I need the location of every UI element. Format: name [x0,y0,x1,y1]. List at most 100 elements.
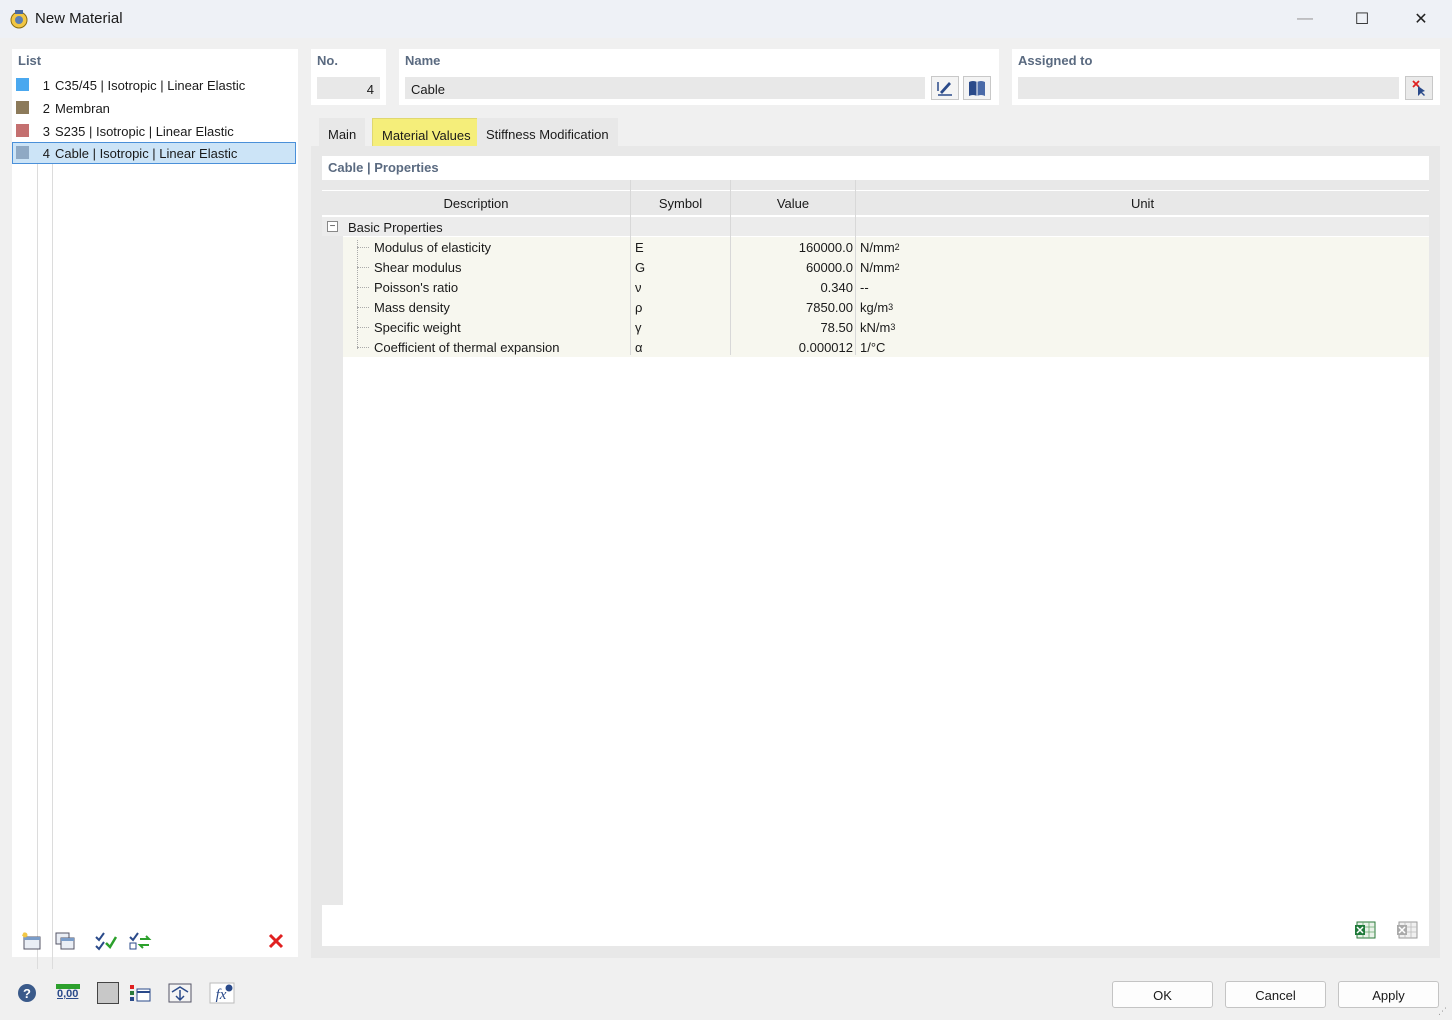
window-title: New Material [35,10,123,27]
import-excel-button[interactable] [1394,917,1422,943]
excel-export-icon [1355,921,1376,939]
property-row[interactable]: Shear modulus G 60000.0 N/mm2 [343,257,1429,277]
material-color-swatch [16,78,29,91]
property-value[interactable]: 78.50 [731,320,853,335]
material-color-swatch [16,124,29,137]
list-label: List [18,53,42,68]
edit-name-button[interactable] [931,76,959,100]
property-value[interactable]: 160000.0 [731,240,853,255]
property-row[interactable]: Modulus of elasticity E 160000.0 N/mm2 [343,237,1429,257]
property-unit: 1/°C [860,340,886,355]
apply-button[interactable]: Apply [1338,981,1439,1008]
assigned-to-field[interactable] [1018,77,1399,99]
list-item-2[interactable]: 2 Membran [12,97,296,119]
cancel-button[interactable]: Cancel [1225,981,1326,1008]
property-description: Shear modulus [374,260,462,275]
property-value[interactable]: 7850.00 [731,300,853,315]
tab-main[interactable]: Main [319,118,366,147]
list-item-3[interactable]: 3 S235 | Isotropic | Linear Elastic [12,120,296,142]
property-value[interactable]: 0.000012 [731,340,853,355]
tree-connector [357,327,369,328]
column-header-value[interactable]: Value [731,191,855,215]
column-header-description[interactable]: Description [322,191,630,215]
property-description: Poisson's ratio [374,280,459,295]
property-unit: kg/m3 [860,300,894,315]
property-value[interactable]: 60000.0 [731,260,853,275]
material-list-panel: List 1 C35/45 | Isotropic | Linear Elast… [12,49,298,969]
property-unit: N/mm2 [860,240,900,255]
select-objects-button[interactable] [1405,76,1433,100]
ok-button[interactable]: OK [1112,981,1213,1008]
svg-text:?: ? [23,986,31,1001]
column-header-unit[interactable]: Unit [856,191,1429,215]
copy-material-button[interactable] [52,929,78,953]
property-unit: -- [860,280,869,295]
new-material-button[interactable] [18,929,44,953]
group-basic-properties[interactable]: − Basic Properties [322,217,1429,236]
number-panel: No. 4 [311,49,386,105]
maximize-button[interactable]: ☐ [1333,0,1391,38]
formula-button[interactable]: fx [207,980,237,1006]
assigned-to-label: Assigned to [1018,53,1093,68]
property-row[interactable]: Specific weight γ 78.50 kN/m3 [343,317,1429,337]
edit-pencil-icon [937,82,952,96]
property-description: Specific weight [374,320,461,335]
view-settings-button[interactable] [165,980,195,1006]
name-field[interactable]: Cable [405,77,925,99]
tree-connector [357,347,369,348]
help-icon: ? [18,984,36,1002]
check-all-button[interactable] [93,929,119,953]
column-header-symbol[interactable]: Symbol [631,191,730,215]
units-readout: 0,00 [57,988,79,1000]
tree-connector [357,240,358,349]
assigned-to-panel: Assigned to [1012,49,1440,105]
list-item-label: Cable | Isotropic | Linear Elastic [55,146,238,161]
property-symbol: E [635,240,644,255]
list-item-label: C35/45 | Isotropic | Linear Elastic [55,78,246,93]
tree-connector [357,267,369,268]
resize-grip-icon[interactable]: ⋰ [1438,1006,1448,1016]
property-value[interactable]: 0.340 [731,280,853,295]
renumber-button[interactable] [127,929,153,953]
color-button[interactable] [95,980,121,1006]
header-strip [322,180,630,190]
header-strip [631,180,730,190]
group-label: Basic Properties [348,220,443,235]
export-excel-button[interactable] [1352,917,1380,943]
new-item-icon [22,932,41,950]
header-strip [856,180,1429,190]
excel-import-icon [1397,921,1418,939]
close-window-button[interactable]: ✕ [1392,0,1450,38]
display-properties-button[interactable] [124,980,154,1006]
property-symbol: ρ [635,300,643,315]
property-row[interactable]: Coefficient of thermal expansion α 0.000… [343,337,1429,357]
minimize-button[interactable]: — [1276,0,1334,38]
property-symbol: ν [635,280,642,295]
collapse-icon[interactable]: − [327,221,338,232]
name-panel: Name Cable [399,49,999,105]
property-unit: N/mm2 [860,260,900,275]
list-item-1[interactable]: 1 C35/45 | Isotropic | Linear Elastic [12,74,296,96]
app-icon [10,10,28,29]
property-symbol: γ [635,320,642,335]
property-row[interactable]: Poisson's ratio ν 0.340 -- [343,277,1429,297]
property-symbol: α [635,340,643,355]
column-separator [730,180,731,355]
list-divider [52,164,53,969]
help-button[interactable]: ? [12,980,42,1006]
property-row[interactable]: Mass density ρ 7850.00 kg/m3 [343,297,1429,317]
units-decimals-button[interactable]: 0,00 [53,980,83,1006]
list-item-label: Membran [55,101,110,116]
tab-stiffness-modification[interactable]: Stiffness Modification [477,118,618,147]
property-description: Mass density [374,300,450,315]
tab-material-values[interactable]: Material Values [372,118,481,147]
list-item-number: 3 [42,124,50,139]
material-library-button[interactable] [963,76,991,100]
property-description: Modulus of elasticity [374,240,492,255]
material-color-swatch [16,101,29,114]
material-color-swatch [16,146,29,159]
number-field[interactable]: 4 [317,77,380,99]
delete-material-button[interactable] [263,929,289,953]
list-item-4[interactable]: 4 Cable | Isotropic | Linear Elastic [12,142,296,164]
list-divider [37,164,38,969]
